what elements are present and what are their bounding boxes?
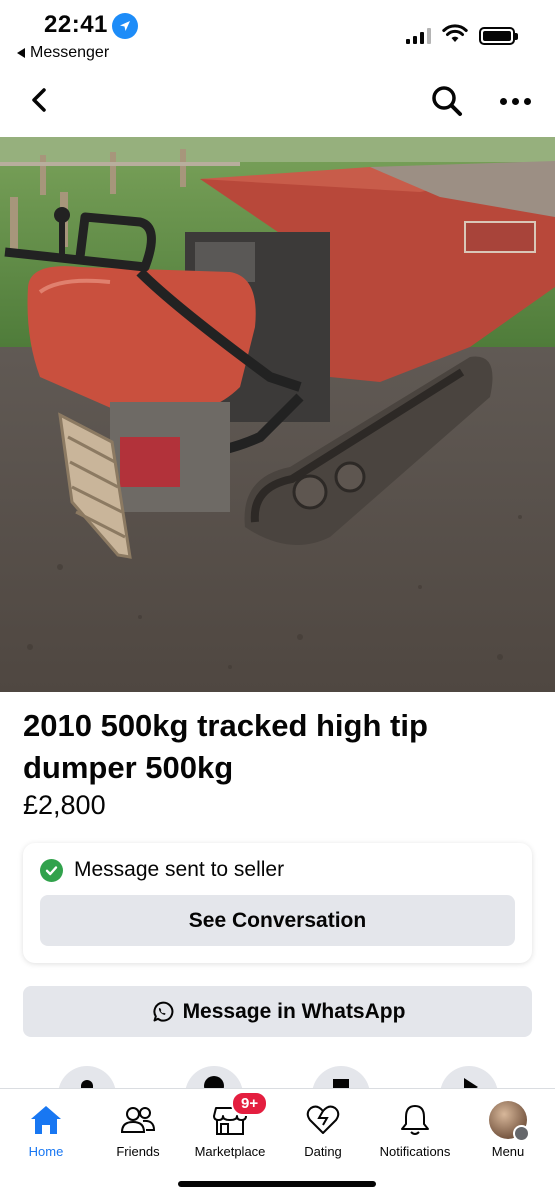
cellular-signal-icon <box>406 28 431 44</box>
back-triangle-icon <box>17 48 25 58</box>
tab-label: Dating <box>304 1144 342 1159</box>
home-icon <box>27 1101 65 1139</box>
save-action-button[interactable] <box>312 1066 370 1090</box>
search-icon[interactable] <box>430 84 464 118</box>
message-status: Message sent to seller <box>40 858 284 882</box>
tracked-dumper-photo <box>0 137 555 692</box>
tab-friends[interactable]: Friends <box>92 1101 184 1159</box>
status-bar: 22:41 Messenger <box>0 0 555 70</box>
message-in-whatsapp-button[interactable]: Message in WhatsApp <box>23 986 532 1037</box>
marketplace-icon: 9+ <box>211 1091 269 1139</box>
battery-icon <box>479 27 518 45</box>
wifi-icon <box>442 24 468 42</box>
share-action-button[interactable] <box>440 1066 498 1090</box>
menu-icon <box>489 1101 530 1142</box>
message-status-text: Message sent to seller <box>74 858 285 881</box>
home-indicator <box>178 1181 376 1187</box>
check-circle-icon <box>40 858 63 882</box>
back-chevron-icon[interactable] <box>26 86 54 114</box>
tab-label: Notifications <box>379 1144 451 1159</box>
back-app-label: Messenger <box>30 44 110 61</box>
dating-icon <box>304 1101 342 1139</box>
alert-action-button[interactable] <box>58 1066 116 1090</box>
whatsapp-label: Message in WhatsApp <box>182 999 406 1023</box>
tab-dating[interactable]: Dating <box>277 1101 369 1159</box>
see-conversation-button[interactable]: See Conversation <box>40 895 515 946</box>
listing-title: 2010 500kg tracked high tip dumper 500kg <box>23 708 428 785</box>
tab-label: Marketplace <box>194 1144 266 1159</box>
clock: 22:41 <box>44 11 108 38</box>
location-arrow-icon <box>112 13 138 39</box>
tab-label: Menu <box>491 1144 525 1159</box>
bell-icon <box>396 1101 434 1139</box>
messenger-action-button[interactable] <box>185 1066 243 1090</box>
top-nav <box>0 78 555 122</box>
listing-photo[interactable] <box>0 137 555 692</box>
marketplace-badge: 9+ <box>231 1091 269 1116</box>
more-options-icon[interactable] <box>497 84 533 118</box>
tab-notifications[interactable]: Notifications <box>369 1101 461 1159</box>
listing-price: £2,800 <box>23 790 106 820</box>
listing-actions-row <box>0 1066 555 1090</box>
message-sent-card: Message sent to seller See Conversation <box>23 843 532 963</box>
tab-menu[interactable]: Menu <box>462 1101 554 1159</box>
tab-home[interactable]: Home <box>0 1101 92 1159</box>
tab-marketplace[interactable]: 9+ Marketplace <box>184 1091 276 1159</box>
avatar <box>489 1101 530 1142</box>
menu-lines-icon <box>513 1125 530 1142</box>
tab-label: Friends <box>116 1144 160 1159</box>
back-to-app-link[interactable]: Messenger <box>17 44 109 62</box>
tab-label: Home <box>28 1144 64 1159</box>
friends-icon <box>119 1101 157 1139</box>
whatsapp-icon <box>152 1001 173 1022</box>
